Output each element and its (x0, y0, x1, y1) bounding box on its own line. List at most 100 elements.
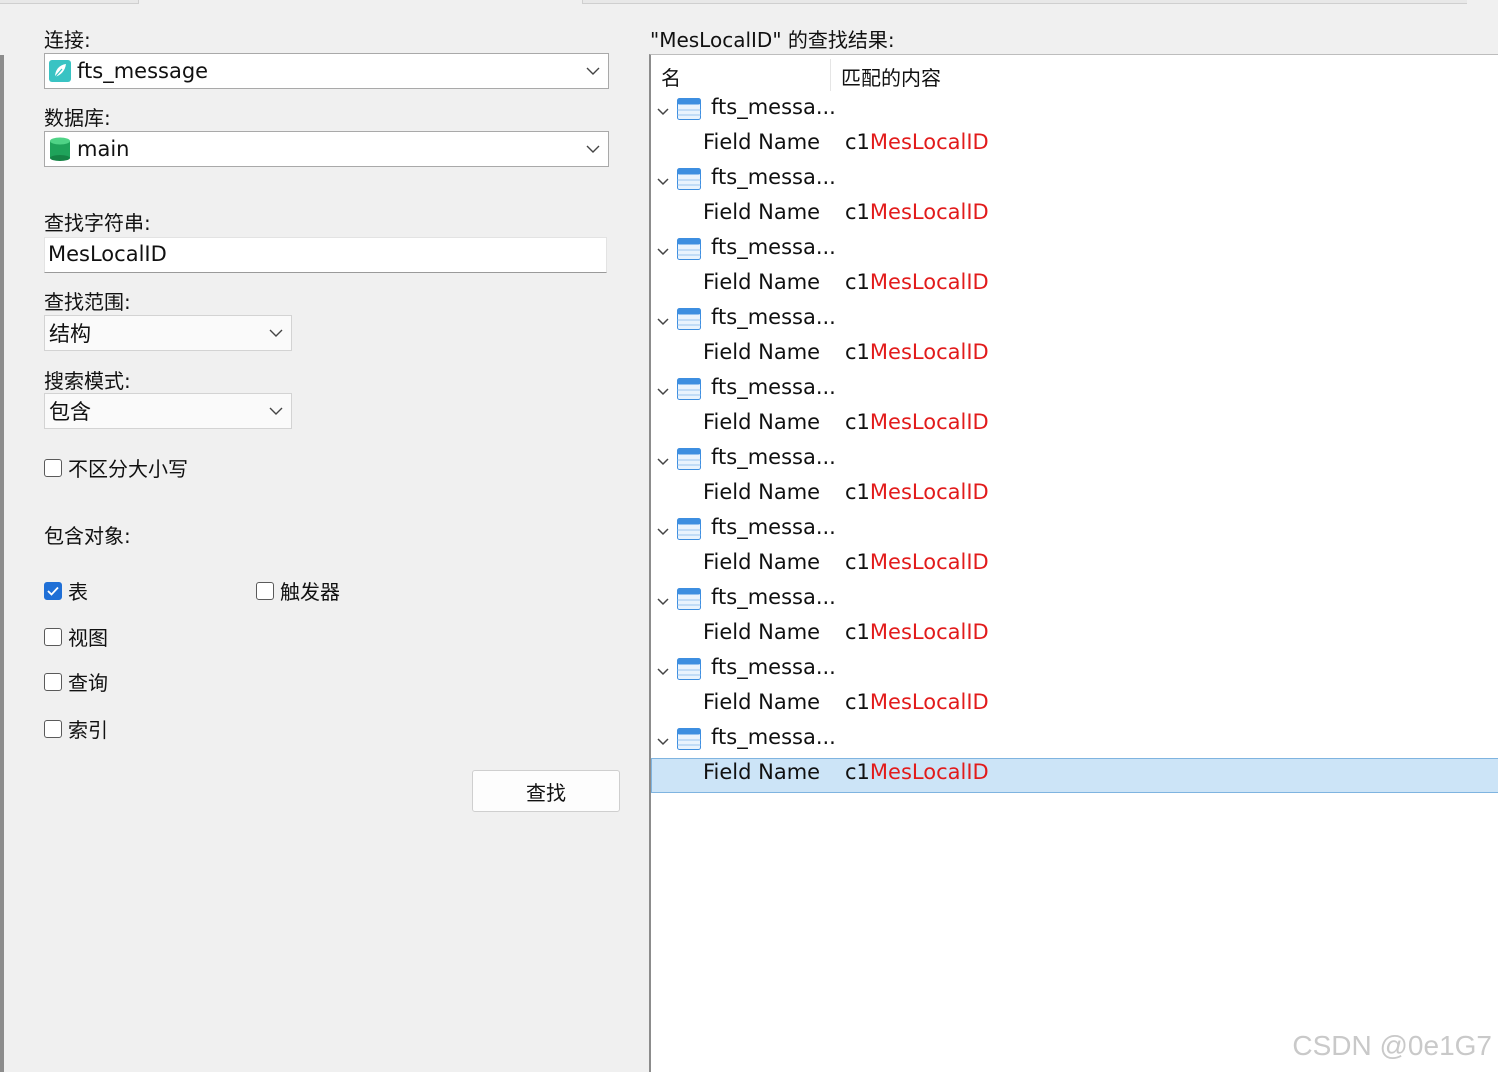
object-trigger-option[interactable]: 触发器 (256, 576, 340, 605)
field-result-row[interactable]: Field Name c1MesLocalID (651, 478, 1498, 513)
field-result-row[interactable]: Field Name c1MesLocalID (651, 338, 1498, 373)
column-header-name[interactable]: 名 (661, 62, 681, 91)
field-label: Field Name (703, 410, 821, 434)
match-content: c1MesLocalID (845, 340, 989, 364)
field-label: Field Name (703, 130, 821, 154)
results-title: "MesLocalID" 的查找结果: (650, 28, 895, 52)
top-tab-right[interactable] (582, 0, 1467, 4)
index-checkbox[interactable] (44, 719, 62, 738)
chevron-down-icon[interactable] (655, 241, 671, 257)
table-icon (677, 518, 701, 540)
chevron-down-icon[interactable] (655, 661, 671, 677)
match-content: c1MesLocalID (845, 760, 989, 784)
table-icon (677, 728, 701, 750)
table-result-row[interactable]: fts_messa... (651, 303, 1498, 338)
table-name: fts_messa... (711, 165, 836, 189)
table-result-row[interactable]: fts_messa... (651, 513, 1498, 548)
search-scope-value: 结构 (49, 322, 91, 346)
match-prefix: c1 (845, 130, 870, 154)
object-query-option[interactable]: 查询 (44, 667, 108, 696)
field-label: Field Name (703, 340, 821, 364)
table-result-row[interactable]: fts_messa... (651, 723, 1498, 758)
field-label: Field Name (703, 760, 821, 784)
field-result-row[interactable]: Field Name c1MesLocalID (651, 688, 1498, 723)
view-checkbox-label: 视图 (68, 626, 108, 650)
table-icon (677, 378, 701, 400)
chevron-down-icon[interactable] (655, 381, 671, 397)
match-prefix: c1 (845, 760, 870, 784)
query-checkbox-label: 查询 (68, 671, 108, 695)
match-prefix: c1 (845, 690, 870, 714)
results-header: 名 匹配的内容 (651, 55, 1498, 93)
field-result-row[interactable]: Field Name c1MesLocalID (651, 618, 1498, 653)
match-highlight: MesLocalID (869, 270, 989, 294)
table-result-row[interactable]: fts_messa... (651, 443, 1498, 478)
object-index-option[interactable]: 索引 (44, 714, 108, 743)
table-checkbox-label: 表 (68, 580, 88, 604)
search-mode-select[interactable]: 包含 (44, 393, 292, 429)
object-view-option[interactable]: 视图 (44, 622, 108, 651)
table-name: fts_messa... (711, 585, 836, 609)
database-icon (49, 137, 71, 161)
table-name: fts_messa... (711, 375, 836, 399)
chevron-down-icon[interactable] (655, 311, 671, 327)
field-result-row[interactable]: Field Name c1MesLocalID (651, 408, 1498, 443)
chevron-down-icon[interactable] (655, 591, 671, 607)
table-result-row[interactable]: fts_messa... (651, 93, 1498, 128)
case-insensitive-option[interactable]: 不区分大小写 (44, 453, 188, 482)
search-string-input[interactable]: MesLocalID (44, 237, 607, 273)
table-result-row[interactable]: fts_messa... (651, 583, 1498, 618)
match-highlight: MesLocalID (869, 200, 989, 224)
chevron-down-icon[interactable] (655, 171, 671, 187)
query-checkbox[interactable] (44, 672, 62, 691)
match-highlight: MesLocalID (869, 690, 989, 714)
case-insensitive-label: 不区分大小写 (68, 457, 188, 481)
chevron-down-icon (261, 407, 291, 415)
field-result-row[interactable]: Field Name c1MesLocalID (651, 758, 1498, 793)
table-result-row[interactable]: fts_messa... (651, 233, 1498, 268)
table-icon (677, 98, 701, 120)
chevron-down-icon[interactable] (655, 451, 671, 467)
search-scope-select[interactable]: 结构 (44, 315, 292, 351)
field-result-row[interactable]: Field Name c1MesLocalID (651, 128, 1498, 163)
field-result-row[interactable]: Field Name c1MesLocalID (651, 548, 1498, 583)
match-prefix: c1 (845, 410, 870, 434)
table-icon (677, 308, 701, 330)
column-header-match[interactable]: 匹配的内容 (841, 62, 941, 91)
view-checkbox[interactable] (44, 627, 62, 646)
find-button[interactable]: 查找 (472, 770, 620, 812)
match-highlight: MesLocalID (869, 480, 989, 504)
chevron-down-icon[interactable] (655, 521, 671, 537)
table-icon (677, 588, 701, 610)
table-checkbox[interactable] (44, 581, 62, 600)
checkmark-icon (47, 586, 59, 596)
table-result-row[interactable]: fts_messa... (651, 163, 1498, 198)
database-value: main (77, 137, 130, 161)
case-insensitive-checkbox[interactable] (44, 458, 62, 477)
chevron-down-icon[interactable] (655, 101, 671, 117)
search-scope-label: 查找范围: (44, 290, 131, 314)
field-result-row[interactable]: Field Name c1MesLocalID (651, 268, 1498, 303)
table-result-row[interactable]: fts_messa... (651, 653, 1498, 688)
table-name: fts_messa... (711, 95, 836, 119)
connection-label: 连接: (44, 28, 91, 52)
match-prefix: c1 (845, 480, 870, 504)
object-table-option[interactable]: 表 (44, 576, 88, 605)
trigger-checkbox[interactable] (256, 581, 274, 600)
column-separator (830, 59, 831, 91)
field-label: Field Name (703, 550, 821, 574)
top-tab-left[interactable] (0, 0, 139, 4)
database-select[interactable]: main (44, 131, 609, 167)
connection-value: fts_message (77, 59, 209, 83)
connection-select[interactable]: fts_message (44, 53, 609, 89)
match-highlight: MesLocalID (869, 130, 989, 154)
match-highlight: MesLocalID (869, 760, 989, 784)
field-result-row[interactable]: Field Name c1MesLocalID (651, 198, 1498, 233)
chevron-down-icon[interactable] (655, 731, 671, 747)
match-content: c1MesLocalID (845, 130, 989, 154)
field-label: Field Name (703, 270, 821, 294)
table-icon (677, 658, 701, 680)
match-highlight: MesLocalID (869, 340, 989, 364)
results-tree[interactable]: 名 匹配的内容 fts_messa... Field Name c1MesLocal… (649, 54, 1498, 1072)
table-result-row[interactable]: fts_messa... (651, 373, 1498, 408)
